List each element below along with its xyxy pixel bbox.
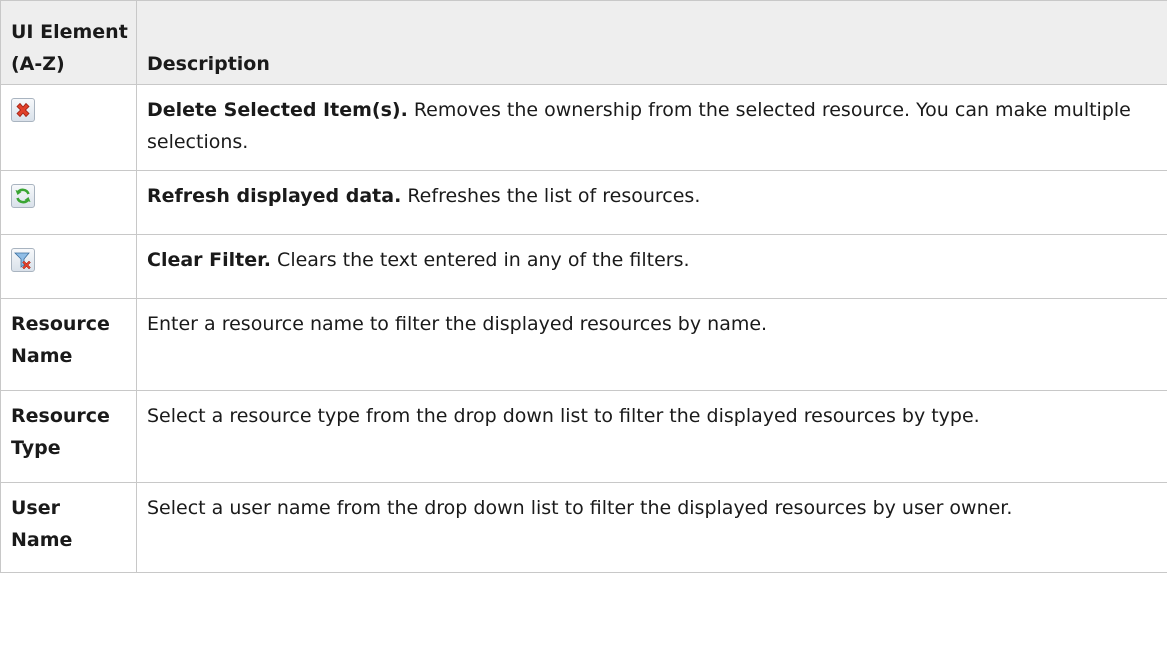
ui-element-cell: Resource Type (0, 390, 137, 483)
description-text: Select a resource type from the drop dow… (147, 405, 980, 427)
ui-elements-table: UI Element (A-Z) Description Delete Sele… (0, 0, 1167, 573)
table-row: User Name Select a user name from the dr… (0, 482, 1167, 573)
table-row: Refresh displayed data. Refreshes the li… (0, 170, 1167, 235)
description-title: Delete Selected Item(s). (147, 99, 408, 121)
description-cell: Select a user name from the drop down li… (136, 482, 1167, 573)
header-ui-element-line1: UI Element (11, 21, 128, 43)
description-title: Clear Filter. (147, 249, 272, 271)
description-cell: Select a resource type from the drop dow… (136, 390, 1167, 483)
ui-element-cell (0, 84, 137, 171)
ui-element-label: User Name (11, 497, 73, 551)
ui-element-label-line2: Name (11, 345, 73, 367)
ui-element-label-line2: Type (11, 437, 61, 459)
ui-element-label-line1: Resource (11, 313, 110, 335)
ui-element-label-line1: Resource (11, 405, 110, 427)
ui-element-cell (0, 234, 137, 299)
description-text: Enter a resource name to filter the disp… (147, 313, 768, 335)
description-text: Refreshes the list of resources. (401, 185, 701, 207)
ui-element-cell: User Name (0, 482, 137, 573)
description-text: Clears the text entered in any of the fi… (271, 249, 690, 271)
delete-icon (11, 98, 35, 122)
description-text: Select a user name from the drop down li… (147, 497, 1013, 519)
table-row: Resource Type Select a resource type fro… (0, 390, 1167, 483)
description-cell: Clear Filter. Clears the text entered in… (136, 234, 1167, 299)
ui-element-cell (0, 170, 137, 235)
table-row: Delete Selected Item(s). Removes the own… (0, 84, 1167, 171)
table-row: Resource Name Enter a resource name to f… (0, 298, 1167, 391)
description-cell: Delete Selected Item(s). Removes the own… (136, 84, 1167, 171)
clear-filter-icon (11, 248, 35, 272)
refresh-icon (11, 184, 35, 208)
description-cell: Refresh displayed data. Refreshes the li… (136, 170, 1167, 235)
table-row: Clear Filter. Clears the text entered in… (0, 234, 1167, 299)
header-ui-element-line2: (A-Z) (11, 53, 65, 75)
description-cell: Enter a resource name to filter the disp… (136, 298, 1167, 391)
header-description: Description (136, 0, 1167, 85)
description-title: Refresh displayed data. (147, 185, 402, 207)
header-ui-element: UI Element (A-Z) (0, 0, 137, 85)
table-header-row: UI Element (A-Z) Description (0, 0, 1167, 85)
ui-element-cell: Resource Name (0, 298, 137, 391)
